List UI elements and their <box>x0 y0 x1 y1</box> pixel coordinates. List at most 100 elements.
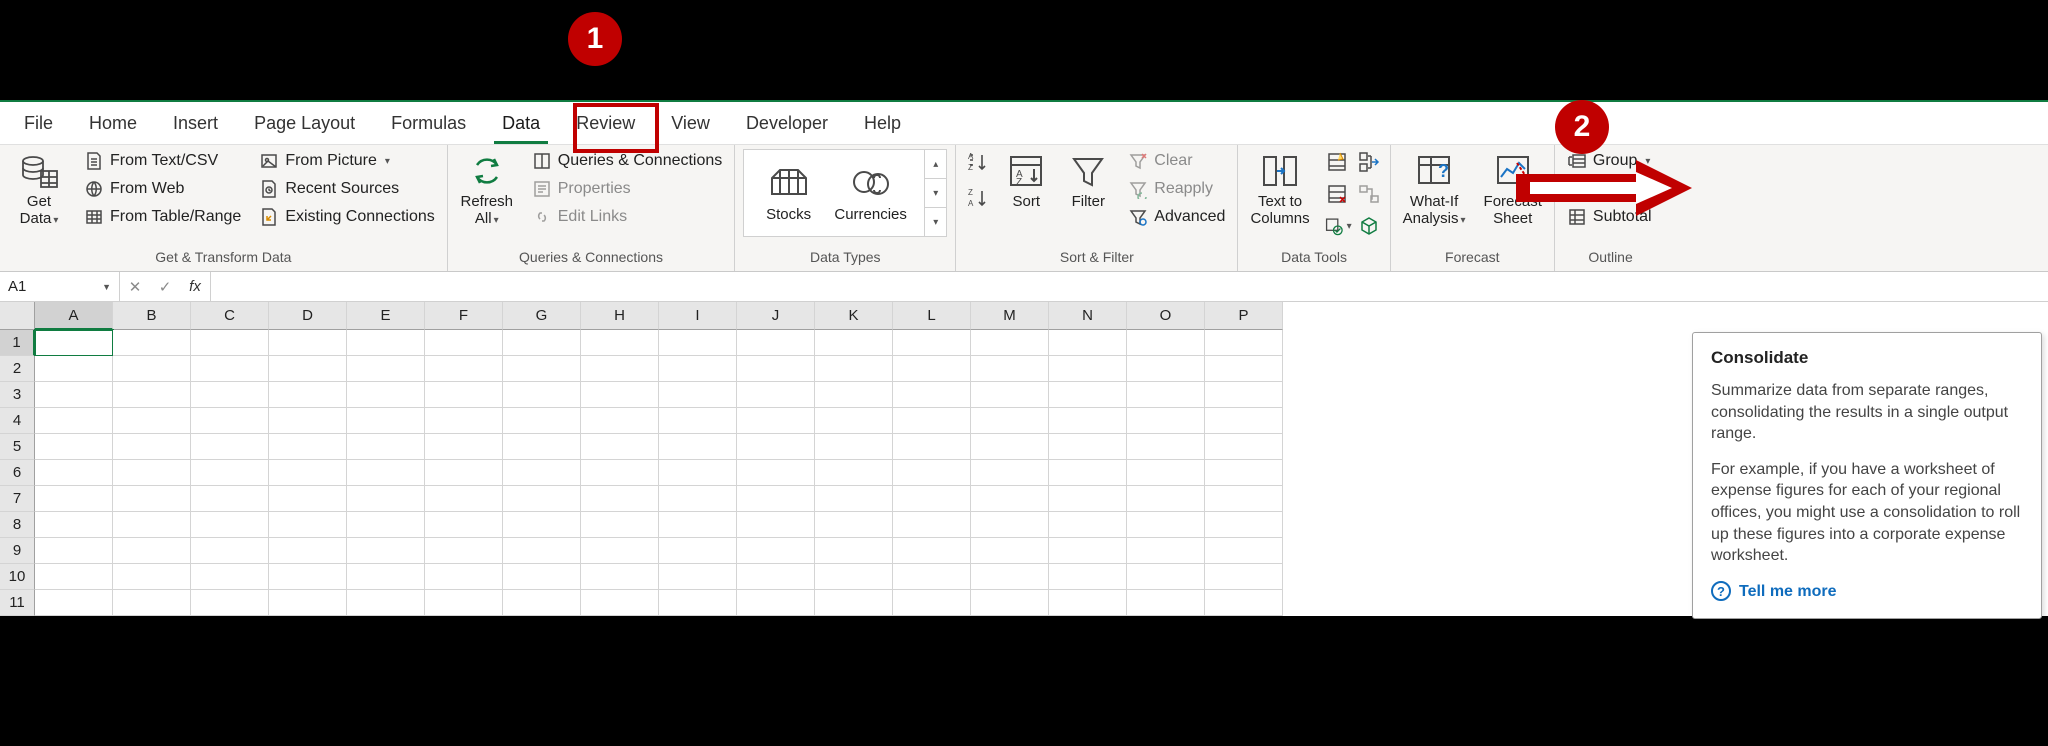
scroll-down-button[interactable]: ▾ <box>925 179 946 208</box>
consolidate-button[interactable] <box>1356 149 1382 175</box>
from-web-button[interactable]: From Web <box>80 177 245 201</box>
sort-desc-button[interactable]: ZA <box>964 185 990 211</box>
cell[interactable] <box>35 460 113 486</box>
column-header[interactable]: A <box>35 302 113 330</box>
cell[interactable] <box>1127 330 1205 356</box>
cell[interactable] <box>737 564 815 590</box>
insert-function-button[interactable]: fx <box>180 272 210 302</box>
cell[interactable] <box>113 382 191 408</box>
cell[interactable] <box>737 382 815 408</box>
column-header[interactable]: J <box>737 302 815 330</box>
cell[interactable] <box>581 330 659 356</box>
column-header[interactable]: P <box>1205 302 1283 330</box>
cell[interactable] <box>737 538 815 564</box>
column-header[interactable]: I <box>659 302 737 330</box>
cell[interactable] <box>1049 512 1127 538</box>
cell[interactable] <box>503 512 581 538</box>
cell[interactable] <box>815 356 893 382</box>
column-header[interactable]: M <box>971 302 1049 330</box>
cell[interactable] <box>659 330 737 356</box>
cell[interactable] <box>35 330 113 356</box>
cell[interactable] <box>659 382 737 408</box>
row-header[interactable]: 6 <box>0 460 35 486</box>
from-picture-button[interactable]: From Picture▾ <box>255 149 438 173</box>
cell[interactable] <box>1049 590 1127 616</box>
forecast-sheet-button[interactable]: ForecastSheet <box>1480 149 1546 230</box>
cell[interactable] <box>737 460 815 486</box>
cell[interactable] <box>113 486 191 512</box>
cell[interactable] <box>1127 486 1205 512</box>
cell[interactable] <box>815 512 893 538</box>
row-header[interactable]: 10 <box>0 564 35 590</box>
cell[interactable] <box>737 590 815 616</box>
cell[interactable] <box>1205 564 1283 590</box>
cell[interactable] <box>659 538 737 564</box>
cell[interactable] <box>971 356 1049 382</box>
enter-formula-button[interactable]: ✓ <box>150 272 180 302</box>
tab-review[interactable]: Review <box>558 102 653 144</box>
row-header[interactable]: 4 <box>0 408 35 434</box>
cell[interactable] <box>503 486 581 512</box>
cell[interactable] <box>347 356 425 382</box>
row-header[interactable]: 1 <box>0 330 35 356</box>
cell[interactable] <box>1205 486 1283 512</box>
cell[interactable] <box>737 486 815 512</box>
cell[interactable] <box>1127 434 1205 460</box>
cell[interactable] <box>659 512 737 538</box>
cell[interactable] <box>35 486 113 512</box>
cell[interactable] <box>815 590 893 616</box>
cell[interactable] <box>347 408 425 434</box>
cell[interactable] <box>815 382 893 408</box>
cell[interactable] <box>815 434 893 460</box>
cell[interactable] <box>1205 538 1283 564</box>
cell[interactable] <box>893 564 971 590</box>
cell[interactable] <box>503 590 581 616</box>
cell[interactable] <box>425 330 503 356</box>
cell[interactable] <box>269 408 347 434</box>
cell[interactable] <box>35 538 113 564</box>
cell[interactable] <box>1049 460 1127 486</box>
cell[interactable] <box>1127 382 1205 408</box>
tell-me-more-link[interactable]: ? Tell me more <box>1711 581 2023 603</box>
cell[interactable] <box>1049 538 1127 564</box>
cell[interactable] <box>347 590 425 616</box>
cell[interactable] <box>347 512 425 538</box>
formula-input[interactable] <box>211 272 2048 301</box>
filter-button[interactable]: Filter <box>1062 149 1114 212</box>
cell[interactable] <box>269 564 347 590</box>
data-model-button[interactable] <box>1356 213 1382 239</box>
cell[interactable] <box>1049 330 1127 356</box>
cell[interactable] <box>815 486 893 512</box>
cell[interactable] <box>659 408 737 434</box>
cell[interactable] <box>269 512 347 538</box>
cell[interactable] <box>347 538 425 564</box>
cell[interactable] <box>503 408 581 434</box>
column-header[interactable]: K <box>815 302 893 330</box>
stocks-type[interactable]: Stocks <box>766 164 812 223</box>
cell[interactable] <box>503 382 581 408</box>
cell[interactable] <box>269 330 347 356</box>
cell[interactable] <box>1205 356 1283 382</box>
cell[interactable] <box>425 512 503 538</box>
cell[interactable] <box>425 382 503 408</box>
cell[interactable] <box>269 382 347 408</box>
data-validation-button[interactable]: ▾ <box>1324 213 1350 239</box>
cell[interactable] <box>269 590 347 616</box>
tab-home[interactable]: Home <box>71 102 155 144</box>
cell[interactable] <box>893 486 971 512</box>
cell[interactable] <box>1205 590 1283 616</box>
cell[interactable] <box>815 538 893 564</box>
row-header[interactable]: 11 <box>0 590 35 616</box>
existing-connections-button[interactable]: Existing Connections <box>255 205 438 229</box>
data-types-gallery[interactable]: Stocks Currencies ▴ ▾ ▾ <box>743 149 947 237</box>
cell[interactable] <box>269 356 347 382</box>
cell[interactable] <box>503 434 581 460</box>
cell[interactable] <box>1205 408 1283 434</box>
cell[interactable] <box>347 330 425 356</box>
cell[interactable] <box>113 564 191 590</box>
column-header[interactable]: N <box>1049 302 1127 330</box>
select-all-box[interactable] <box>0 302 35 330</box>
what-if-analysis-button[interactable]: ? What-IfAnalysis▾ <box>1399 149 1470 230</box>
tab-help[interactable]: Help <box>846 102 919 144</box>
tab-insert[interactable]: Insert <box>155 102 236 144</box>
